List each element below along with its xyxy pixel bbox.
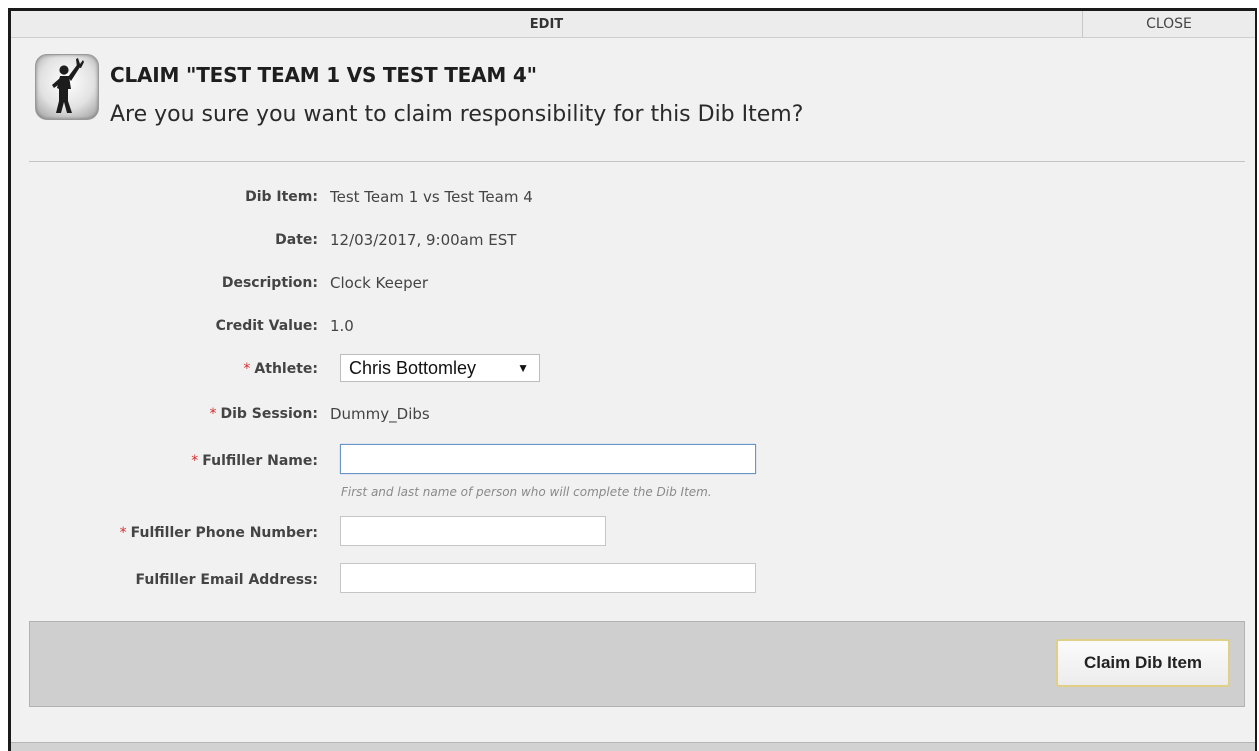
claim-dialog: EDIT CLOSE CLAIM "TEST TEAM 1 VS TEST TE… xyxy=(8,8,1257,751)
date-label: Date: xyxy=(275,232,318,248)
required-marker: * xyxy=(243,361,251,377)
dialog-footer: Claim Dib Item xyxy=(29,621,1245,707)
dib-session-value: Dummy_Dibs xyxy=(330,405,430,423)
required-marker: * xyxy=(191,453,199,469)
fulfiller-email-input[interactable] xyxy=(340,563,756,593)
credit-value-label: Credit Value: xyxy=(215,318,318,334)
fulfiller-name-hint: First and last name of person who will c… xyxy=(341,485,712,499)
athlete-select[interactable]: Chris Bottomley ▼ xyxy=(340,354,540,382)
athlete-label: * Athlete: xyxy=(243,361,318,377)
dib-item-label: Dib Item: xyxy=(245,189,318,205)
header-divider xyxy=(29,161,1245,162)
dialog-subtitle: Are you sure you want to claim responsib… xyxy=(110,102,804,127)
fulfiller-phone-label: * Fulfiller Phone Number: xyxy=(120,525,318,541)
date-value: 12/03/2017, 9:00am EST xyxy=(330,231,517,249)
dialog-bottom-strip xyxy=(11,742,1255,751)
fulfiller-phone-label-text: Fulfiller Phone Number: xyxy=(130,525,318,541)
dib-item-value: Test Team 1 vs Test Team 4 xyxy=(330,188,533,206)
required-marker: * xyxy=(209,406,217,422)
fulfiller-phone-input[interactable] xyxy=(340,516,606,546)
description-value: Clock Keeper xyxy=(330,274,428,292)
fulfiller-name-label-text: Fulfiller Name: xyxy=(202,453,318,469)
fulfiller-email-label: Fulfiller Email Address: xyxy=(135,572,319,588)
dialog-title: CLAIM "TEST TEAM 1 VS TEST TEAM 4" xyxy=(110,63,537,87)
required-marker: * xyxy=(119,525,127,541)
dib-session-label-text: Dib Session: xyxy=(220,406,318,422)
dialog-topbar: EDIT CLOSE xyxy=(11,11,1255,38)
dib-session-label: * Dib Session: xyxy=(209,406,318,422)
fulfiller-name-label: * Fulfiller Name: xyxy=(191,453,318,469)
edit-tab[interactable]: EDIT xyxy=(11,11,1082,37)
volunteer-waving-figure-icon xyxy=(35,54,99,120)
credit-value-value: 1.0 xyxy=(330,317,354,335)
athlete-label-text: Athlete: xyxy=(254,361,318,377)
caret-down-icon: ▼ xyxy=(517,361,529,375)
description-label: Description: xyxy=(221,275,318,291)
close-button[interactable]: CLOSE xyxy=(1082,11,1255,37)
claim-dib-item-button[interactable]: Claim Dib Item xyxy=(1056,639,1230,687)
athlete-selected-value: Chris Bottomley xyxy=(349,357,477,378)
fulfiller-name-input[interactable] xyxy=(340,444,756,474)
